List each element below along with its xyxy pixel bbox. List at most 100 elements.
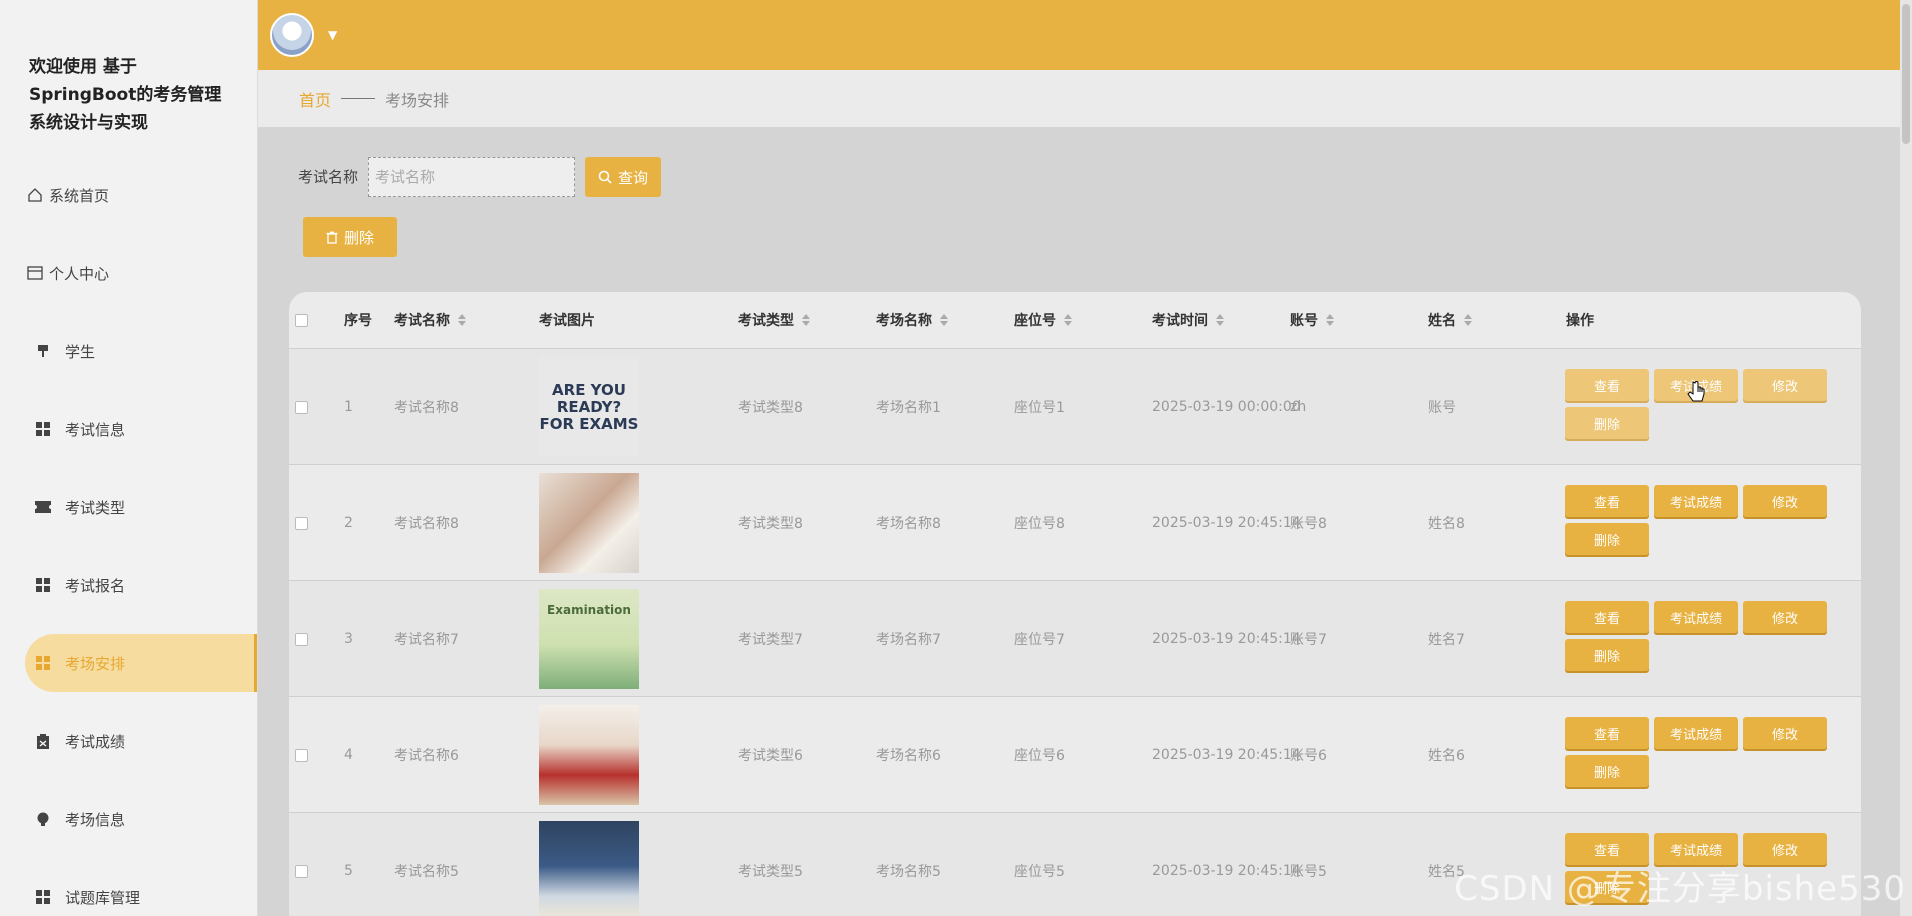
sidebar-item-4[interactable]: 考试类型 xyxy=(25,478,257,536)
edit-button[interactable]: 修改 xyxy=(1743,717,1827,749)
clipboard-icon xyxy=(33,731,53,751)
row-checkbox[interactable] xyxy=(295,748,308,762)
scrollbar[interactable] xyxy=(1900,0,1912,916)
sidebar-item-6[interactable]: 考场安排 xyxy=(25,634,257,692)
cell-room-name: 考场名称1 xyxy=(876,400,941,416)
cell-exam-type: 考试类型6 xyxy=(738,748,803,764)
cell-exam-name: 考试名称8 xyxy=(394,516,459,532)
edit-button[interactable]: 修改 xyxy=(1743,485,1827,517)
header-index: 序号 xyxy=(344,313,372,329)
sidebar-item-3[interactable]: 考试信息 xyxy=(25,400,257,458)
exam-score-button[interactable]: 考试成绩 xyxy=(1654,485,1738,517)
cell-exam-type: 考试类型8 xyxy=(738,516,803,532)
edit-button[interactable]: 修改 xyxy=(1743,369,1827,401)
cell-exam-name: 考试名称7 xyxy=(394,632,459,648)
pointer-cursor-icon xyxy=(1687,381,1705,402)
sidebar-item-label: 考试成绩 xyxy=(65,732,126,751)
delete-row-button[interactable]: 删除 xyxy=(1565,755,1649,787)
cell-account: 账号5 xyxy=(1290,864,1327,880)
sidebar-item-label: 考场安排 xyxy=(65,654,126,673)
sidebar-item-0[interactable]: 系统首页 xyxy=(25,166,257,224)
header-exam-image: 考试图片 xyxy=(539,313,595,329)
scrollbar-thumb[interactable] xyxy=(1902,4,1910,144)
select-all-checkbox[interactable] xyxy=(295,313,308,327)
exam-image[interactable] xyxy=(539,821,639,916)
sidebar-item-8[interactable]: 考场信息 xyxy=(25,790,257,848)
sort-icon[interactable] xyxy=(458,314,466,326)
view-button[interactable]: 查看 xyxy=(1565,717,1649,749)
search-button[interactable]: 查询 xyxy=(585,157,661,197)
sidebar-item-9[interactable]: 试题库管理 xyxy=(25,868,257,916)
sidebar-item-label: 考试信息 xyxy=(65,420,126,439)
exam-score-button[interactable]: 考试成绩 xyxy=(1654,717,1738,749)
home-icon xyxy=(25,185,45,205)
sort-icon[interactable] xyxy=(1326,314,1334,326)
view-button[interactable]: 查看 xyxy=(1565,369,1649,401)
header-exam-type: 考试类型 xyxy=(738,313,794,329)
cell-account: 账号6 xyxy=(1290,748,1327,764)
delete-row-button[interactable]: 删除 xyxy=(1565,639,1649,671)
app-title: 欢迎使用 基于 SpringBoot的考务管理 系统设计与实现 xyxy=(29,57,222,133)
sidebar-item-label: 系统首页 xyxy=(49,186,110,205)
cell-exam-name: 考试名称6 xyxy=(394,748,459,764)
avatar[interactable] xyxy=(270,13,314,57)
header-account: 账号 xyxy=(1290,313,1318,329)
sort-icon[interactable] xyxy=(1064,314,1072,326)
delete-button-label: 删除 xyxy=(343,228,374,247)
sidebar-item-label: 个人中心 xyxy=(49,264,110,283)
cell-exam-time: 2025-03-19 20:45:14 xyxy=(1152,747,1301,763)
cell-room-name: 考场名称7 xyxy=(876,632,941,648)
delete-button[interactable]: 删除 xyxy=(303,217,397,257)
sidebar-item-7[interactable]: 考试成绩 xyxy=(25,712,257,770)
breadcrumb-home[interactable]: 首页 xyxy=(299,87,331,111)
grid-icon xyxy=(33,575,53,595)
row-checkbox[interactable] xyxy=(295,516,308,530)
grid-icon xyxy=(33,887,53,907)
delete-row-button[interactable]: 删除 xyxy=(1565,523,1649,555)
exam-image[interactable] xyxy=(539,705,639,805)
sort-icon[interactable] xyxy=(940,314,948,326)
cell-account: zh xyxy=(1290,399,1307,415)
sidebar-item-5[interactable]: 考试报名 xyxy=(25,556,257,614)
header-name: 姓名 xyxy=(1428,313,1456,329)
cell-name: 姓名7 xyxy=(1428,632,1465,648)
view-button[interactable]: 查看 xyxy=(1565,485,1649,517)
cell-seat: 座位号6 xyxy=(1014,748,1065,764)
row-checkbox[interactable] xyxy=(295,864,308,878)
cell-name: 姓名6 xyxy=(1428,748,1465,764)
breadcrumb-separator xyxy=(341,98,376,99)
search-label: 考试名称 xyxy=(298,168,359,186)
exam-image-text: Examination xyxy=(547,603,631,617)
search-button-label: 查询 xyxy=(617,168,648,187)
view-button[interactable]: 查看 xyxy=(1565,601,1649,633)
sidebar: 欢迎使用 基于 SpringBoot的考务管理 系统设计与实现 系统首页个人中心… xyxy=(0,0,258,916)
header-exam-name: 考试名称 xyxy=(394,313,450,329)
table-row: 2 考试名称8 考试类型8 考场名称8 座位号8 2025-03-19 20:45:14 账… xyxy=(289,464,1861,580)
sidebar-item-2[interactable]: 学生 xyxy=(25,322,257,380)
data-table: 序号 考试名称 考试图片 考试类型 考场名称 座位号 考试时间 账号 姓名 操作… xyxy=(289,292,1861,916)
sidebar-item-label: 试题库管理 xyxy=(65,888,141,907)
cell-account: 账号8 xyxy=(1290,516,1327,532)
sidebar-item-label: 学生 xyxy=(65,342,96,361)
table-header: 序号 考试名称 考试图片 考试类型 考场名称 座位号 考试时间 账号 姓名 操作 xyxy=(289,292,1861,348)
exam-image[interactable]: Examination xyxy=(539,589,639,689)
sort-icon[interactable] xyxy=(1464,314,1472,326)
row-checkbox[interactable] xyxy=(295,632,308,646)
exam-image[interactable] xyxy=(539,473,639,573)
cell-room-name: 考场名称6 xyxy=(876,748,941,764)
cell-exam-time: 2025-03-19 20:45:14 xyxy=(1152,515,1301,531)
sort-icon[interactable] xyxy=(802,314,810,326)
row-checkbox[interactable] xyxy=(295,400,308,414)
header-exam-time: 考试时间 xyxy=(1152,313,1208,329)
trash-icon xyxy=(326,231,338,244)
cell-exam-type: 考试类型8 xyxy=(738,400,803,416)
sidebar-item-1[interactable]: 个人中心 xyxy=(25,244,257,302)
exam-score-button[interactable]: 考试成绩 xyxy=(1654,601,1738,633)
edit-button[interactable]: 修改 xyxy=(1743,601,1827,633)
sort-icon[interactable] xyxy=(1216,314,1224,326)
search-input[interactable] xyxy=(368,157,575,197)
exam-image[interactable]: ARE YOU READY? FOR EXAMS xyxy=(539,357,639,457)
delete-row-button[interactable]: 删除 xyxy=(1565,407,1649,439)
caret-down-icon[interactable]: ▼ xyxy=(328,28,337,42)
table-row: 4 考试名称6 考试类型6 考场名称6 座位号6 2025-03-19 20:45:14 账… xyxy=(289,696,1861,812)
